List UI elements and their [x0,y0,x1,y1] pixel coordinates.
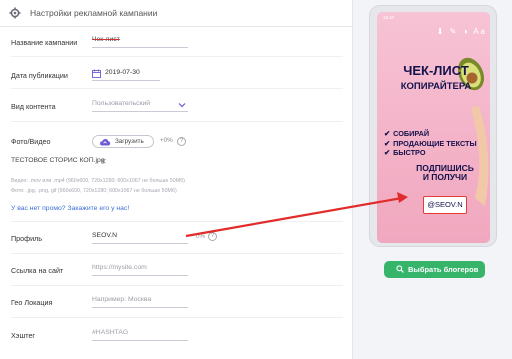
calendar-icon [92,69,101,78]
divider [11,88,343,89]
profile-label: Профиль [11,234,43,243]
list-item: ✔ СОБИРАЙ [384,129,477,139]
story-tools-icon: ⬇ ✎ ◑ Aa [436,27,487,36]
check-icon: ✔ [384,148,391,157]
profile-percent: 0% [196,233,206,240]
profile-handle-sticker: @SEOV.N [423,196,467,214]
geo-input[interactable]: Например: Москва [92,295,188,308]
gear-icon[interactable] [9,7,21,19]
story-preview: 18:47 ⬇ ✎ ◑ Aa ЧЕК-ЛИСТ КОПИРАЙТЕРА ✔ СОБ… [377,12,490,243]
panel-title: Настройки рекламной кампании [30,8,158,18]
publish-date-label: Дата публикации [11,71,68,80]
subscribe-line: И ПОЛУЧИ [422,172,468,182]
campaign-settings-panel: Настройки рекламной кампании Название ка… [0,0,353,359]
list-item: ✔ БЫСТРО [384,148,477,158]
order-promo-link[interactable]: У вас нет промо? Закажите его у нас! [11,205,129,212]
video-format-hint: Видео: .mov или .mp4 (960х600, 720х1280;… [11,178,185,184]
site-label: Ссылка на сайт [11,266,64,275]
help-icon[interactable]: ? [208,232,217,241]
profile-value: SEOV.N [92,232,118,239]
hashtag-placeholder: #HASHTAG [92,329,129,336]
content-type-value: Пользовательский [92,100,151,107]
bullet-text: ПРОДАЮЩИЕ ТЕКСТЫ [393,138,477,148]
close-icon[interactable]: ✕ [100,157,107,166]
divider [11,121,343,122]
media-label: Фото/Видео [11,137,51,146]
site-placeholder: https://mysite.com [92,264,147,271]
bullet-text: БЫСТРО [393,148,426,157]
status-bar-time: 18:47 [383,15,395,20]
check-icon: ✔ [384,138,391,148]
list-item: ✔ ПРОДАЮЩИЕ ТЕКСТЫ [384,139,477,149]
divider [11,221,343,222]
bullet-text: СОБИРАЙ [393,129,430,138]
campaign-name-input[interactable]: Чек-лист [92,35,188,48]
site-input[interactable]: https://mysite.com [92,263,188,276]
photo-format-hint: Фото: .jpg, .png, gif (960х600, 720х1280… [11,188,177,194]
story-title: ЧЕК-ЛИСТ [403,63,469,78]
geo-label: Гео Локация [11,298,53,307]
uploaded-filename: ТЕСТОВОЕ СТОРИС КОП.jpg [11,157,105,164]
panel-header: Настройки рекламной кампании [0,0,353,27]
publish-date-input[interactable]: 2019-07-30 [92,68,160,81]
hashtag-label: Хэштег [11,331,36,340]
campaign-name-value: Чек-лист [92,36,120,43]
upload-count: +0% [160,137,173,144]
subscribe-text: ПОДПИШИСЬ И ПОЛУЧИ [405,164,485,182]
hashtag-input[interactable]: #HASHTAG [92,328,188,341]
help-icon[interactable]: ? [177,137,186,146]
content-type-label: Вид контента [11,102,56,111]
story-bullet-list: ✔ СОБИРАЙ ✔ ПРОДАЮЩИЕ ТЕКСТЫ ✔ БЫСТРО [384,129,477,158]
check-icon: ✔ [384,129,391,138]
search-icon [396,265,404,273]
chevron-down-icon [178,103,186,108]
preview-column: 18:47 ⬇ ✎ ◑ Aa ЧЕК-ЛИСТ КОПИРАЙТЕРА ✔ СОБ… [360,0,512,359]
profile-input[interactable]: SEOV.N [92,231,188,244]
campaign-name-label: Название кампании [11,38,78,47]
upload-button[interactable]: Загрузить [92,135,154,148]
geo-placeholder: Например: Москва [92,296,152,303]
divider [11,56,343,57]
choose-bloggers-button[interactable]: Выбрать блогеров [384,261,485,278]
story-subtitle: КОПИРАЙТЕРА [400,81,472,92]
divider [11,317,343,318]
phone-preview: 18:47 ⬇ ✎ ◑ Aa ЧЕК-ЛИСТ КОПИРАЙТЕРА ✔ СОБ… [369,5,497,247]
upload-button-label: Загрузить [115,138,144,145]
divider [11,285,343,286]
divider [11,253,343,254]
cloud-upload-icon [100,139,111,146]
publish-date-value: 2019-07-30 [105,69,140,76]
content-type-select[interactable]: Пользовательский [92,99,188,112]
choose-bloggers-label: Выбрать блогеров [408,265,479,274]
